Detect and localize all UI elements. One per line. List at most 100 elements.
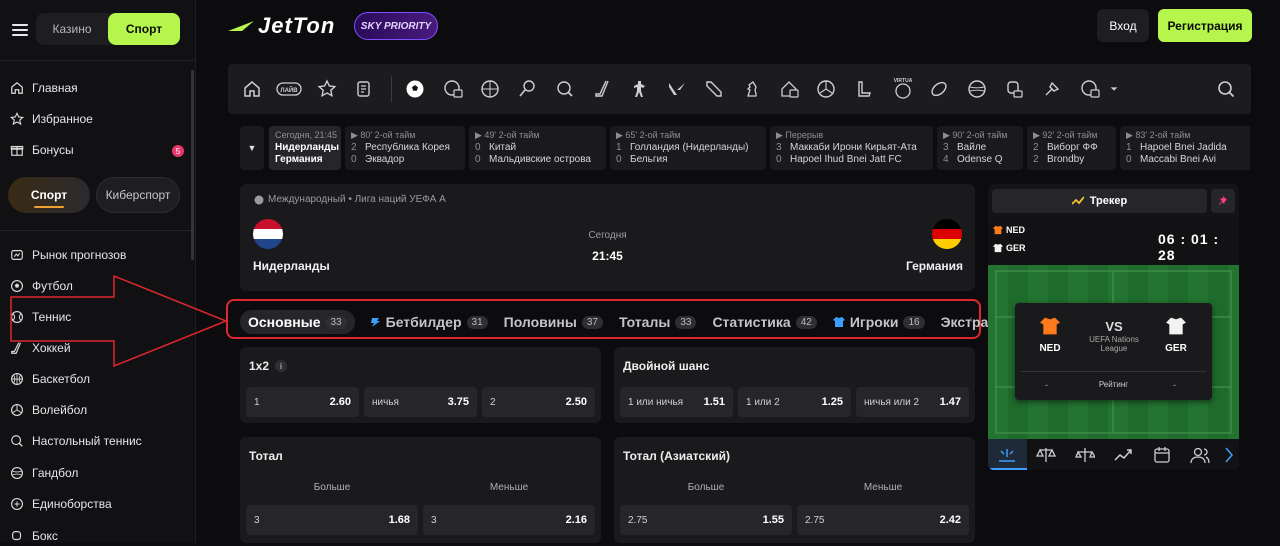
sport-tab[interactable]: Спорт (108, 13, 180, 45)
tab-statistics[interactable]: Статистика 42 (712, 310, 817, 334)
ticker-item[interactable]: Сегодня, 21:45 Нидерланды Германия (269, 126, 341, 170)
odd-button[interactable]: 2.75 1.55 (620, 505, 792, 535)
live-icon[interactable]: ЛАЙВ (276, 79, 302, 99)
chess-icon[interactable] (741, 79, 761, 99)
match-time: 21:45 (592, 249, 623, 263)
badminton-icon[interactable] (1042, 79, 1062, 99)
tab-odds-compare[interactable] (1065, 439, 1104, 470)
basketball-icon[interactable] (480, 79, 500, 99)
users-icon (1190, 447, 1210, 463)
counter-strike-icon[interactable] (630, 79, 650, 99)
sidebar-item-handball[interactable]: Гандбол (10, 463, 78, 483)
prediction-icon (11, 250, 23, 260)
tennis-racket-icon[interactable] (517, 79, 537, 99)
handball-icon[interactable] (967, 79, 987, 99)
ticker-item[interactable]: ▶ 90' 2-ой тайм 3 Вайле 4 Odense Q (937, 126, 1023, 170)
home-rating: - (1045, 380, 1048, 390)
info-icon[interactable]: i (275, 360, 288, 372)
sidebar-item-label: Рынок прогнозов (32, 248, 127, 262)
odd-button[interactable]: 2.75 2.42 (797, 505, 969, 535)
tab-more[interactable] (1220, 439, 1239, 470)
sidebar-item-predictions[interactable]: Рынок прогнозов (10, 245, 126, 265)
sidebar-item-label: Настольный теннис (32, 434, 142, 448)
tab-betbuilder[interactable]: Бетбилдер 31 (369, 310, 488, 334)
football-live-icon[interactable] (443, 79, 463, 99)
esport-section-tab[interactable]: Киберспорт (96, 177, 180, 213)
table-tennis-icon[interactable] (555, 79, 575, 99)
odd-button[interactable]: 3 2.16 (423, 505, 595, 535)
ticker-item[interactable]: ▶ 65' 2-ой тайм 1 Голландия (Нидерланды) … (610, 126, 766, 170)
ticker-item[interactable]: ▶ 49' 2-ой тайм 0 Китай 0 Мальдивские остр… (469, 126, 606, 170)
star-icon[interactable] (317, 79, 337, 99)
tab-live-tracker[interactable] (988, 439, 1027, 470)
jetton-logo[interactable]: JetTon (228, 13, 335, 38)
table-tennis-icon (11, 435, 23, 447)
sidebar-item-bonuses[interactable]: Бонусы (10, 140, 74, 160)
sky-priority-logo[interactable]: SKY PRIORITY (354, 12, 438, 40)
away-flag (932, 219, 962, 249)
tab-lineups[interactable] (1181, 439, 1220, 470)
tab-players[interactable]: Игроки 16 (832, 310, 925, 334)
chevron-left-icon[interactable]: ‹ (969, 314, 972, 325)
tab-totals[interactable]: Тоталы 33 (619, 310, 697, 334)
chevron-down-icon[interactable] (1108, 80, 1120, 98)
tab-main[interactable]: Основные 33 (240, 310, 355, 334)
league-of-legends-icon[interactable] (854, 79, 874, 99)
rugby-icon[interactable] (929, 79, 949, 99)
sidebar-item-basketball[interactable]: Баскетбол (10, 369, 90, 389)
betslip-icon[interactable] (354, 79, 374, 99)
ticker-toggle-button[interactable]: ▼ (240, 126, 264, 170)
tab-halves[interactable]: Половины 37 (504, 310, 603, 334)
odd-button[interactable]: 1 или 2 1.25 (738, 387, 851, 417)
home-shirt-icon (993, 225, 1003, 235)
casino-tab[interactable]: Казино (36, 13, 108, 45)
search-icon[interactable] (1216, 79, 1236, 99)
sidebar-item-favorites[interactable]: Избранное (10, 109, 93, 129)
volleyball-icon[interactable] (816, 79, 836, 99)
register-button[interactable]: Регистрация (1158, 9, 1252, 42)
pin-button[interactable] (1211, 189, 1235, 213)
menu-icon[interactable] (12, 24, 28, 36)
valorant-icon[interactable] (667, 79, 687, 99)
odd-button[interactable]: ничья 3.75 (364, 387, 477, 417)
tab-compare[interactable] (1027, 439, 1066, 470)
boxing-icon[interactable] (1004, 79, 1024, 99)
odd-button[interactable]: 2 2.50 (482, 387, 595, 417)
match-tracker: Трекер NED GER 06 : 01 : 28 NED VS UEFA … (988, 184, 1239, 470)
odd-button[interactable]: 1 2.60 (246, 387, 359, 417)
esport-live-icon[interactable] (779, 79, 799, 99)
odd-button[interactable]: 3 1.68 (246, 505, 418, 535)
dota-icon[interactable] (704, 79, 724, 99)
tab-trends[interactable] (1104, 439, 1143, 470)
sport-section-tab[interactable]: Спорт (8, 177, 90, 213)
hockey-icon[interactable] (593, 79, 613, 99)
ticker-item[interactable]: ▶ 83' 2-ой тайм 1 Hapoel Bnei Jadida 0 Mac… (1120, 126, 1250, 170)
odd-button[interactable]: ничья или 2 1.47 (856, 387, 969, 417)
annotation-arrow-icon (10, 275, 229, 367)
league-label: UEFA Nations League (1089, 335, 1139, 353)
home-icon[interactable] (242, 79, 262, 99)
ticker-item[interactable]: ▶ 80' 2-ой тайм 2 Республика Корея 0 Эквад… (345, 126, 465, 170)
tab-schedule[interactable] (1142, 439, 1181, 470)
more-sports-icon[interactable] (1080, 79, 1100, 99)
sidebar-item-martial-arts[interactable]: Единоборства (10, 494, 112, 514)
sidebar-item-table-tennis[interactable]: Настольный теннис (10, 431, 142, 451)
tab-count: 31 (466, 315, 488, 329)
sidebar-item-boxing[interactable]: Бокс (10, 526, 58, 546)
pitch-area: NED GER 06 : 01 : 28 NED VS UEFA Nations… (988, 217, 1239, 439)
sidebar-item-home[interactable]: Главная (10, 78, 78, 98)
sidebar-item-label: Бокс (32, 529, 58, 543)
football-icon[interactable] (405, 79, 425, 99)
virtual-football-icon[interactable]: VIRTUA (891, 76, 915, 100)
tracker-button[interactable]: Трекер (992, 189, 1207, 213)
ticker-item[interactable]: ▶ Перерыв 3 Маккаби Ирони Кирьят-Ата 0 Hap… (770, 126, 933, 170)
sidebar-item-label: Баскетбол (32, 372, 90, 386)
odd-button[interactable]: 1 или ничья 1.51 (620, 387, 733, 417)
league-breadcrumb[interactable]: Международный • Лига наций УЕФА А (254, 194, 446, 205)
live-pulse-icon (999, 448, 1016, 462)
sidebar-item-volleyball[interactable]: Волейбол (10, 400, 87, 420)
live-icon: ▶ (351, 130, 361, 140)
login-button[interactable]: Вход (1097, 9, 1149, 42)
sidebar-scrollbar[interactable] (191, 70, 194, 260)
ticker-item[interactable]: ▶ 92' 2-ой тайм 2 Виборг ФФ 2 Brondby (1027, 126, 1116, 170)
